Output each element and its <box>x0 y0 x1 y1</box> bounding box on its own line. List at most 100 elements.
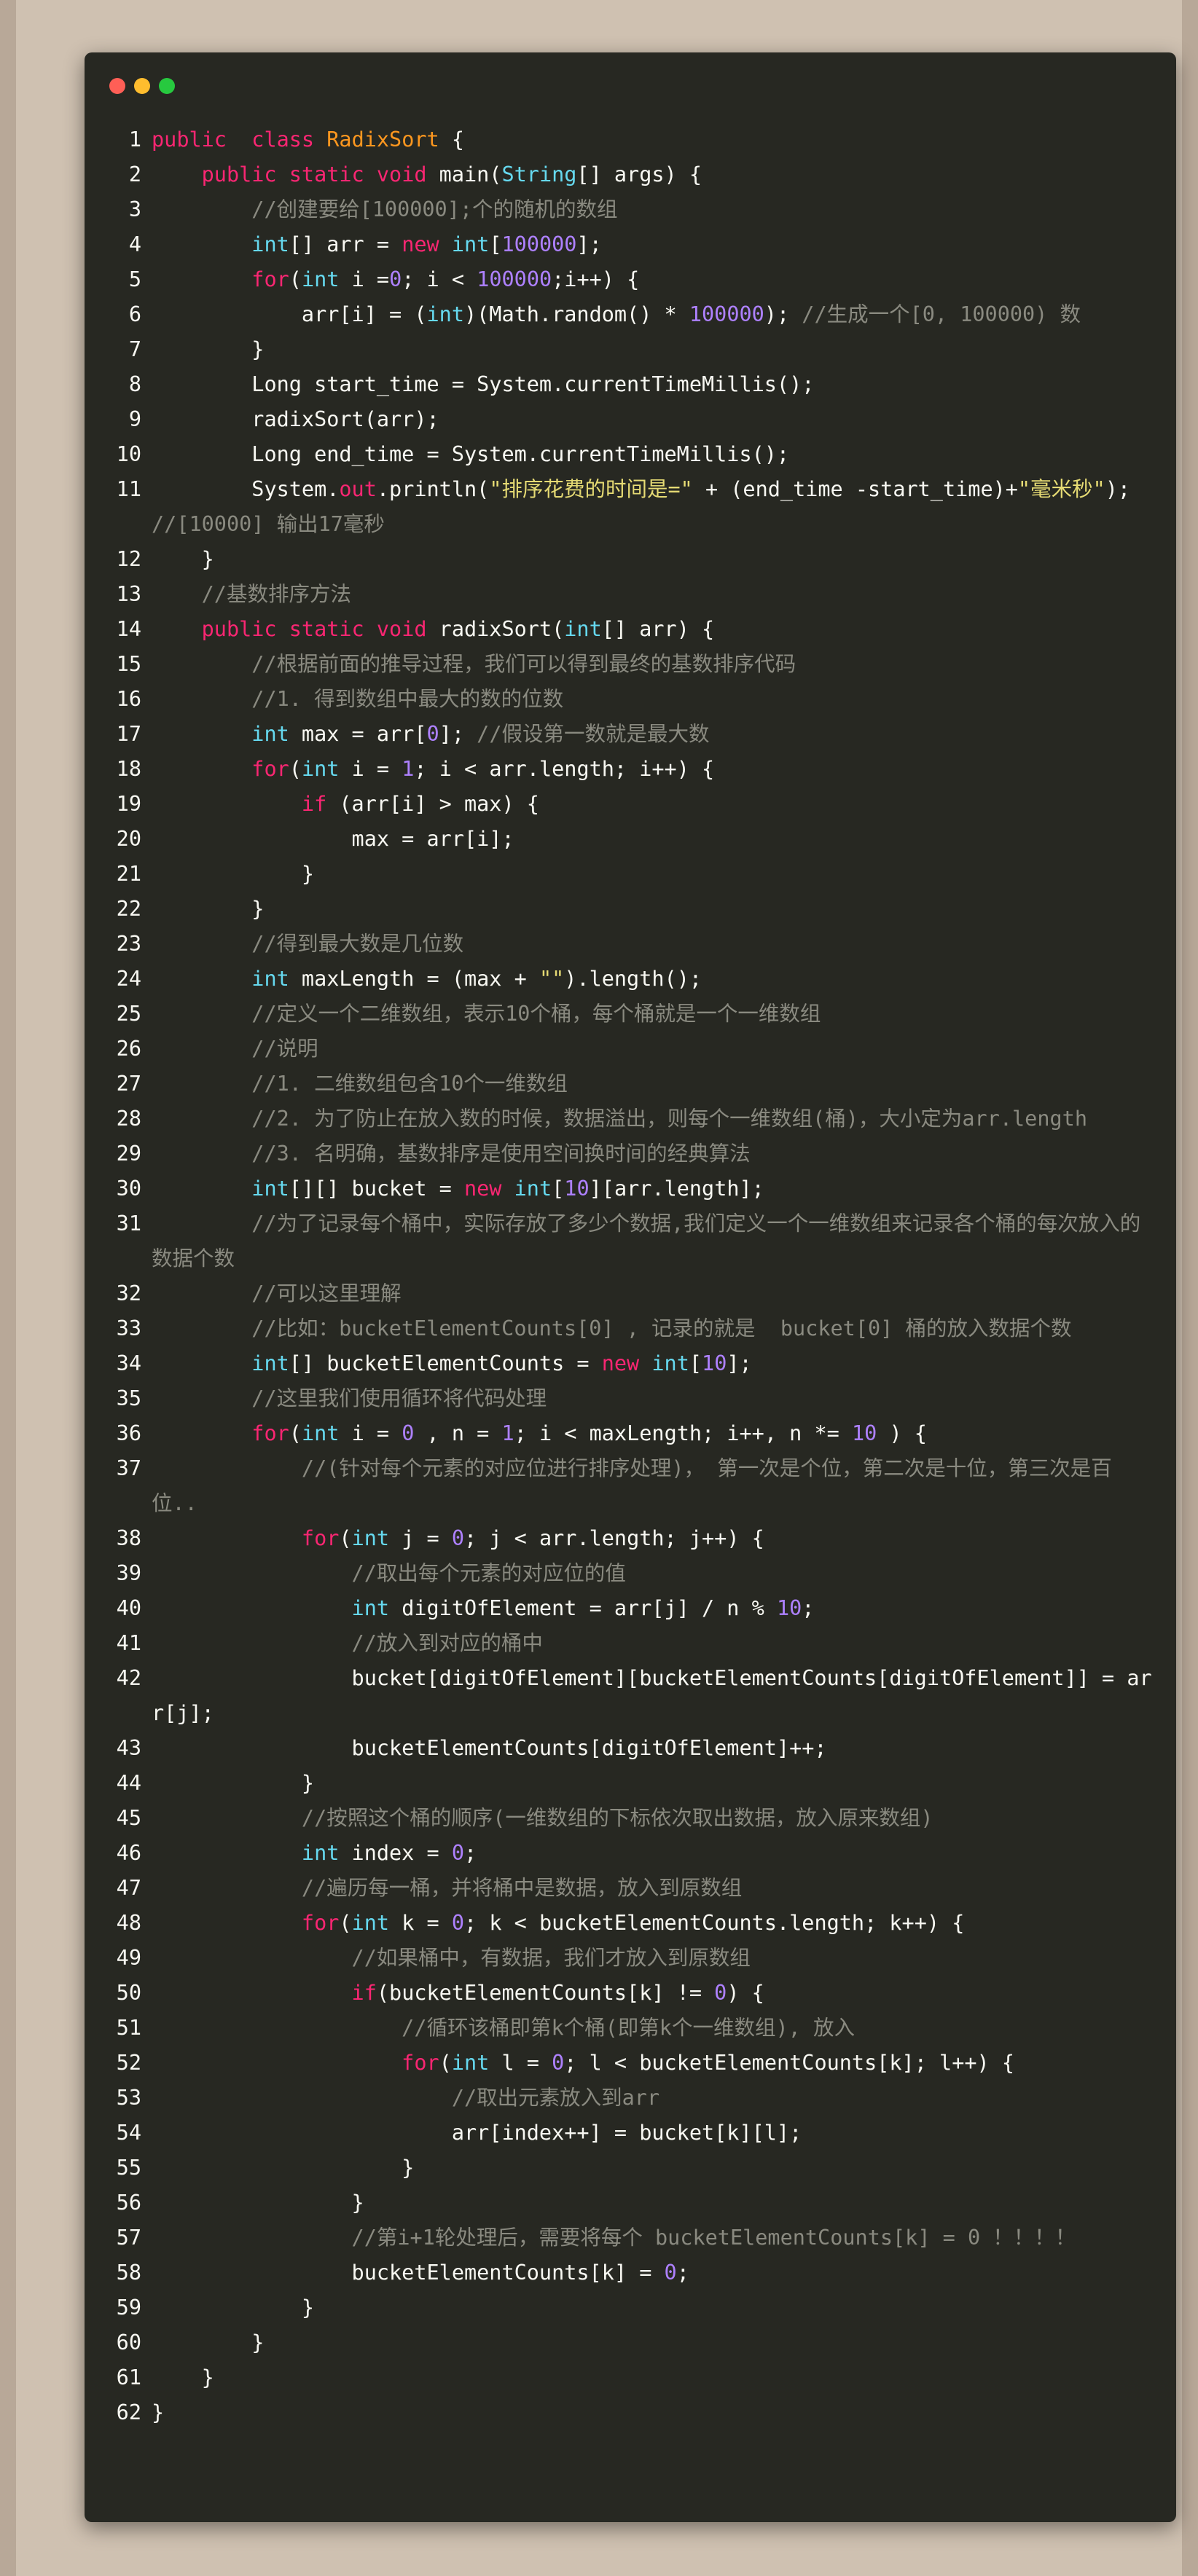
code-line: 16 //1. 得到数组中最大的数的位数 <box>85 682 1176 717</box>
code-token: 100000 <box>477 267 552 291</box>
code-block: 1 public class RadixSort {2 public static… <box>85 122 1176 2430</box>
code-line: 47 //遍历每一桶，并将桶中是数据，放入到原数组 <box>85 1871 1176 1906</box>
code-token: } <box>152 2330 265 2355</box>
code-comment: //2. 为了防止在放入数的时候，数据溢出，则每个一维数组(桶)，大小定为arr… <box>251 1107 1087 1131</box>
code-token: [] arr = <box>289 232 402 256</box>
code-token: } <box>152 2296 315 2320</box>
code-line: 9 radixSort(arr); <box>85 402 1176 437</box>
close-dot-icon[interactable] <box>109 78 125 94</box>
line-number: 31 <box>116 1212 141 1236</box>
code-token: ; i < maxLength; i++, n *= <box>514 1421 852 1445</box>
code-token: , n = <box>414 1421 502 1445</box>
code-line: 26 //说明 <box>85 1032 1176 1067</box>
code-token: radixSort(arr); <box>152 407 439 431</box>
code-token: int <box>651 1351 689 1375</box>
code-token: } <box>152 2365 214 2390</box>
line-number: 19 <box>116 792 141 816</box>
code-window: 1 public class RadixSort {2 public static… <box>85 52 1176 2522</box>
code-line: 55 } <box>85 2151 1176 2186</box>
code-line: 5 for(int i =0; i < 100000;i++) { <box>85 262 1176 297</box>
code-token: } <box>152 337 265 361</box>
code-token: arr[index++] = bucket[k][l]; <box>152 2121 802 2145</box>
code-token: new <box>463 1177 502 1201</box>
code-line: 30 int[][] bucket = new int[10][arr.leng… <box>85 1171 1176 1206</box>
code-line: 32 //可以这里理解 <box>85 1276 1176 1311</box>
line-number: 23 <box>116 932 141 956</box>
line-number: 36 <box>116 1421 141 1445</box>
code-comment: //说明 <box>251 1037 318 1061</box>
line-number: 17 <box>116 722 141 746</box>
code-token: ; k < bucketElementCounts.length; k++) { <box>464 1911 965 1935</box>
line-number: 16 <box>116 687 141 711</box>
code-token: void <box>376 617 427 641</box>
code-token: out <box>339 477 377 501</box>
code-comment: //可以这里理解 <box>251 1281 402 1305</box>
code-comment: //按照这个桶的顺序(一维数组的下标依次取出数据，放入原来数组) <box>301 1806 933 1830</box>
code-token: int <box>351 1526 390 1550</box>
line-number: 60 <box>116 2330 141 2355</box>
code-token: RadixSort <box>326 127 439 152</box>
line-number: 12 <box>116 547 141 571</box>
code-token: int <box>251 1177 289 1201</box>
line-number: 20 <box>116 827 141 851</box>
line-number: 34 <box>116 1351 141 1375</box>
code-line: 33 //比如：bucketElementCounts[0] , 记录的就是 b… <box>85 1311 1176 1346</box>
code-token: 10 <box>702 1351 727 1375</box>
line-number: 58 <box>116 2261 141 2285</box>
code-token: int <box>514 1177 552 1201</box>
code-comment: //为了记录每个桶中，实际存放了多少个数据,我们定义一个一维数组来记录各个桶的每… <box>152 1212 1141 1271</box>
code-line: 61 } <box>85 2360 1176 2395</box>
code-line: 28 //2. 为了防止在放入数的时候，数据溢出，则每个一维数组(桶)，大小定为… <box>85 1102 1176 1136</box>
code-token: [ <box>552 1177 565 1201</box>
code-line: 17 int max = arr[0]; //假设第一数就是最大数 <box>85 717 1176 752</box>
code-token: if <box>351 1981 377 2005</box>
code-token: 1 <box>402 757 415 781</box>
code-token: 0 <box>402 1421 415 1445</box>
code-token: 100000 <box>689 302 764 326</box>
code-token: for <box>301 1911 340 1935</box>
code-token: } <box>152 2156 415 2180</box>
code-token: System. <box>152 477 340 501</box>
line-number: 50 <box>116 1981 141 2005</box>
code-token: { <box>439 127 465 152</box>
code-token: ( <box>289 1421 302 1445</box>
code-token: ]; <box>439 722 477 746</box>
code-token: 0 <box>664 2261 677 2285</box>
code-token: Long end_time = System.currentTimeMillis… <box>152 442 790 466</box>
code-token: int <box>251 232 289 256</box>
code-token: int <box>301 1841 340 1865</box>
code-token: [] args) { <box>576 162 702 186</box>
code-token: maxLength = (max + <box>289 967 539 991</box>
code-token: ; l < bucketElementCounts[k]; l++) { <box>564 2051 1014 2075</box>
code-token: (arr[i] > max) { <box>326 792 539 816</box>
code-token: [] arr) { <box>601 617 715 641</box>
code-token: radixSort( <box>426 617 565 641</box>
code-line: 13 //基数排序方法 <box>85 577 1176 612</box>
line-number: 13 <box>116 582 141 606</box>
code-token: .println( <box>376 477 490 501</box>
code-line: 27 //1. 二维数组包含10个一维数组 <box>85 1067 1176 1102</box>
code-line: 48 for(int k = 0; k < bucketElementCount… <box>85 1906 1176 1941</box>
maximize-dot-icon[interactable] <box>159 78 175 94</box>
code-token: (bucketElementCounts[k] != <box>376 1981 715 2005</box>
code-token: ]; <box>727 1351 752 1375</box>
code-token: new <box>601 1351 640 1375</box>
code-token: 0 <box>451 1526 465 1550</box>
window-controls <box>109 78 175 94</box>
minimize-dot-icon[interactable] <box>134 78 150 94</box>
code-token: int <box>351 1596 390 1620</box>
code-token: ; <box>676 2261 689 2285</box>
